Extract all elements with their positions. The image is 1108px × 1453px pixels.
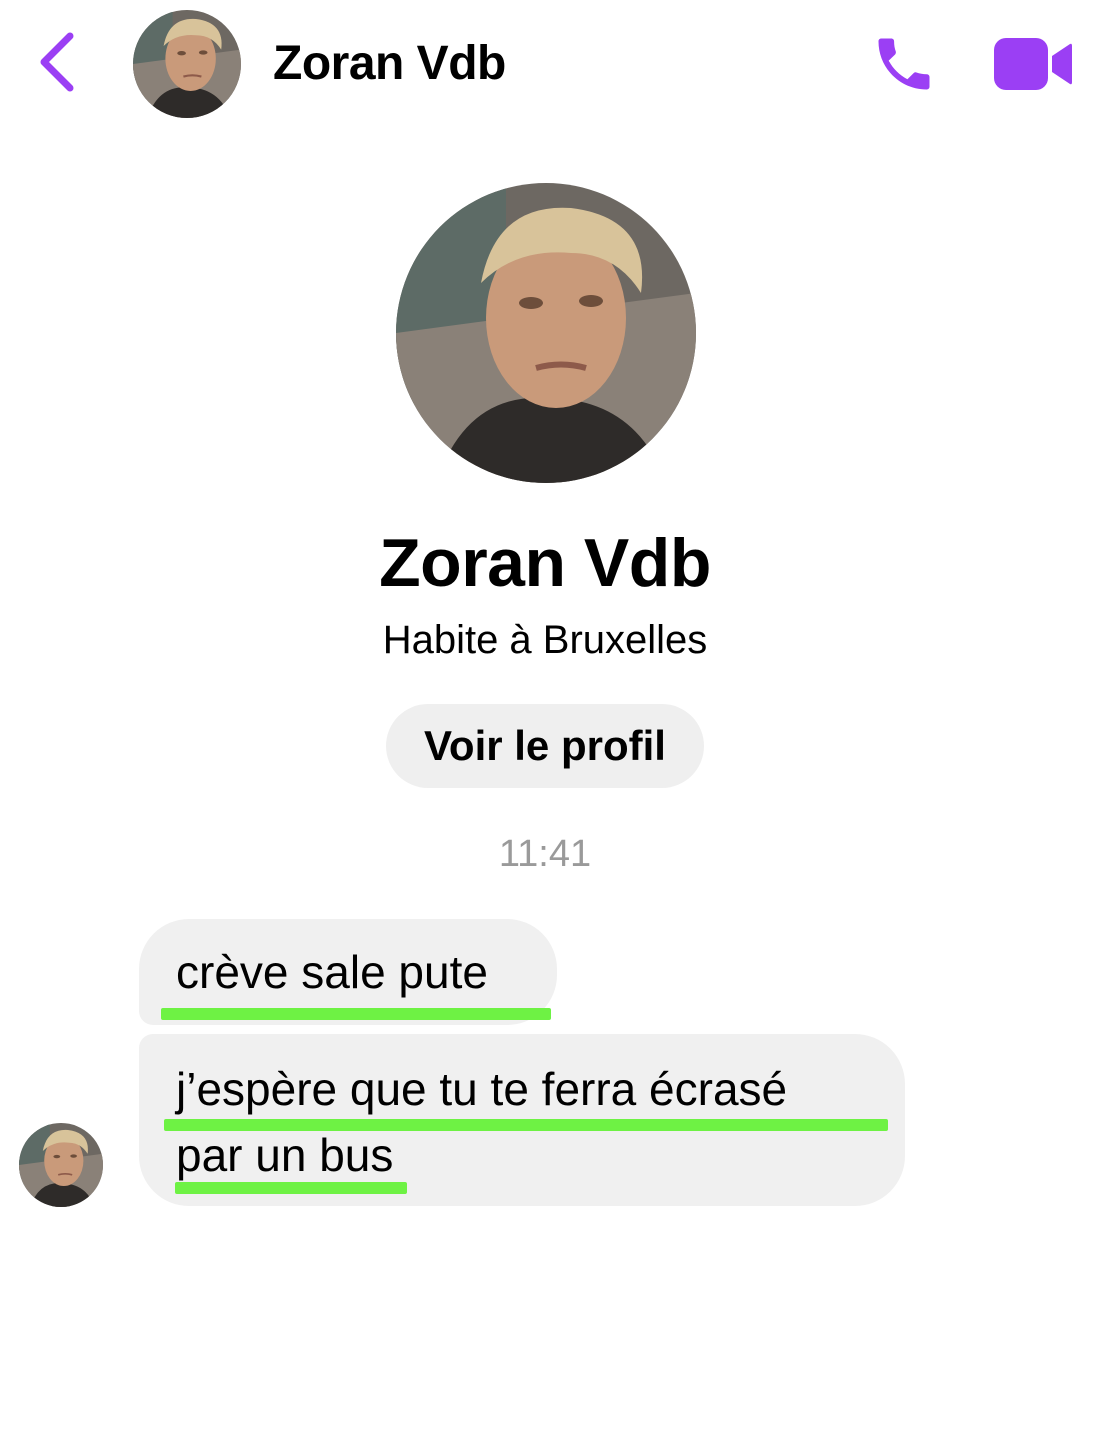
chevron-left-icon bbox=[40, 32, 74, 92]
highlight-underline bbox=[175, 1182, 407, 1194]
phone-icon bbox=[878, 38, 930, 90]
video-camera-icon bbox=[994, 38, 1072, 90]
message-text-line: j’espère que tu te ferra écrasé bbox=[176, 1063, 788, 1115]
profile-location: Habite à Bruxelles bbox=[382, 618, 708, 662]
view-profile-button[interactable]: Voir le profil bbox=[386, 704, 704, 788]
highlight-underline bbox=[161, 1008, 551, 1020]
back-button[interactable] bbox=[36, 30, 80, 94]
audio-call-button[interactable] bbox=[870, 30, 938, 98]
header-contact-name[interactable]: Zoran Vdb bbox=[273, 36, 506, 91]
highlight-underline bbox=[164, 1119, 888, 1131]
message-text-line: par un bus bbox=[176, 1129, 394, 1181]
header-avatar[interactable] bbox=[133, 10, 241, 118]
message-timestamp: 11:41 bbox=[498, 833, 592, 875]
profile-name: Zoran Vdb bbox=[379, 525, 711, 601]
video-call-button[interactable] bbox=[992, 36, 1074, 92]
sender-avatar[interactable] bbox=[19, 1123, 103, 1207]
message-text-line: crève sale pute bbox=[176, 946, 488, 998]
messenger-conversation: Zoran Vdb Zoran Vdb Habite à Bruxelles V… bbox=[0, 0, 1108, 1453]
profile-photo[interactable] bbox=[396, 183, 696, 483]
